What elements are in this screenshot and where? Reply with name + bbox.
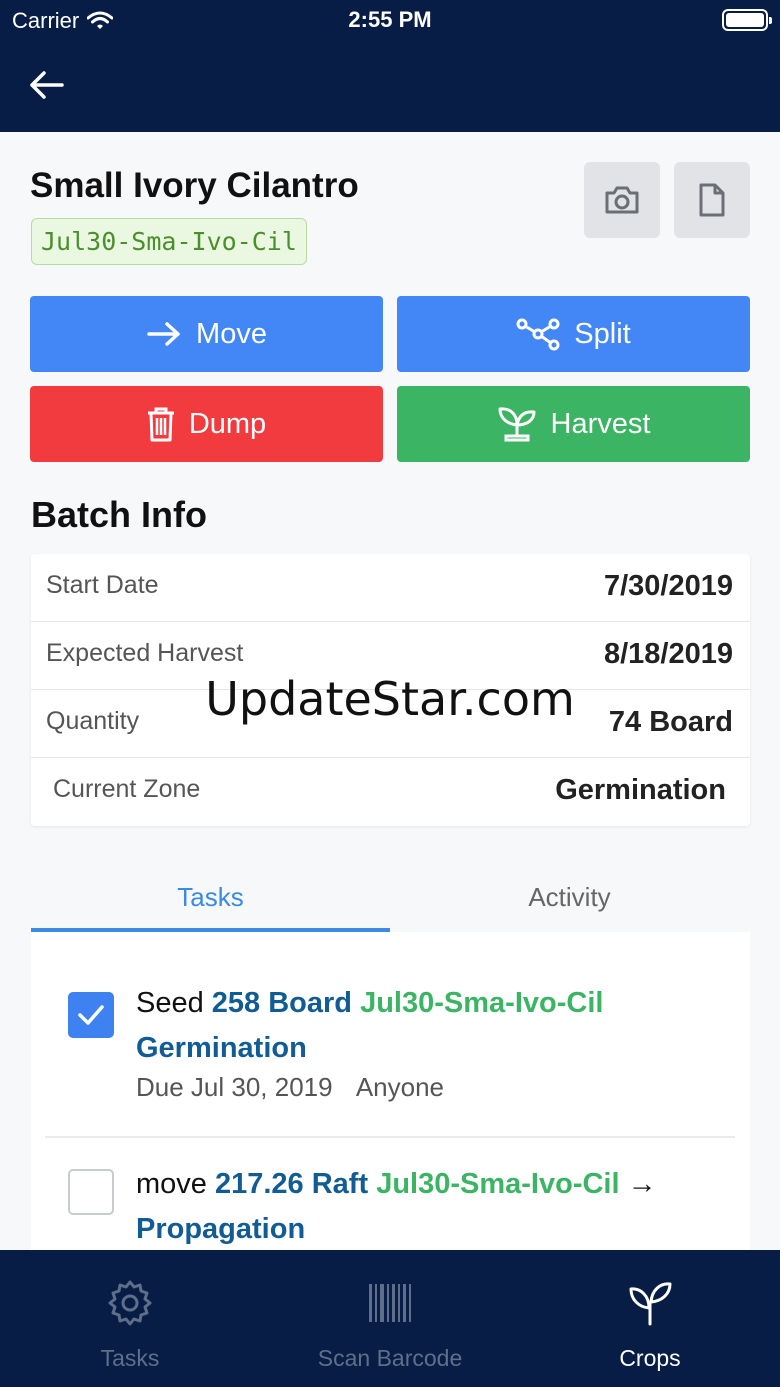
task-verb: Seed (136, 987, 204, 1019)
dump-button-label: Dump (188, 407, 267, 440)
status-time: 2:55 PM (348, 7, 432, 32)
info-label: Current Zone (53, 775, 201, 803)
task-arrow: → (627, 1168, 657, 1200)
back-button[interactable] (26, 66, 68, 104)
camera-button[interactable] (584, 162, 660, 238)
sprout-icon (498, 407, 536, 442)
crop-title: Small Ivory Cilantro (30, 166, 359, 205)
watermark-text: UpdateStar.com (205, 672, 575, 726)
trash-icon (147, 407, 174, 442)
info-label: Start Date (46, 571, 159, 599)
batch-info-title: Batch Info (31, 494, 207, 535)
info-row-start-date: Start Date 7/30/2019 (31, 554, 750, 622)
split-icon (516, 318, 560, 351)
harvest-button[interactable]: Harvest (397, 386, 750, 462)
task-item[interactable]: Seed 258 Board Jul30-Sma-Ivo-Cil Germina… (45, 948, 735, 1138)
arrow-left-icon (30, 71, 64, 99)
nav-label: Crops (619, 1345, 681, 1371)
nav-label: Scan Barcode (317, 1345, 463, 1371)
content-tabs: Tasks Activity (31, 868, 750, 932)
sprout-icon (629, 1282, 672, 1326)
info-value: 8/18/2019 (603, 638, 733, 670)
harvest-button-label: Harvest (550, 407, 651, 440)
task-item[interactable]: move 217.26 Raft Jul30-Sma-Ivo-Cil → Pro… (45, 1140, 735, 1252)
nav-label: Tasks (100, 1345, 160, 1371)
task-assignee: Anyone (355, 1072, 445, 1102)
task-description: Seed 258 Board Jul30-Sma-Ivo-Cil Germina… (136, 981, 726, 1071)
tab-tasks[interactable]: Tasks (31, 868, 390, 932)
task-crop-code: Jul30-Sma-Ivo-Cil (376, 1168, 620, 1200)
split-button-label: Split (574, 317, 631, 350)
barcode-icon (369, 1284, 411, 1322)
info-row-current-zone: Current Zone Germination (31, 758, 750, 826)
battery-icon (722, 9, 772, 31)
document-button[interactable] (674, 162, 750, 238)
tab-activity[interactable]: Activity (390, 868, 749, 932)
checkmark-icon (78, 1005, 104, 1025)
task-description: move 217.26 Raft Jul30-Sma-Ivo-Cil → Pro… (136, 1162, 726, 1252)
status-bar: Carrier 2:55 PM (0, 0, 780, 40)
task-list: Seed 258 Board Jul30-Sma-Ivo-Cil Germina… (31, 932, 750, 1252)
task-crop-code: Jul30-Sma-Ivo-Cil (360, 987, 604, 1019)
nav-crops[interactable]: Crops (520, 1250, 780, 1387)
arrow-right-icon (147, 322, 180, 346)
camera-icon (605, 186, 639, 214)
task-meta: Due Jul 30, 2019 Anyone (136, 1072, 444, 1103)
info-value: 7/30/2019 (603, 570, 733, 602)
gear-icon (108, 1280, 152, 1326)
document-icon (699, 183, 725, 217)
task-quantity: 258 Board (211, 987, 353, 1019)
task-quantity: 217.26 Raft (214, 1168, 369, 1200)
dump-button[interactable]: Dump (30, 386, 383, 462)
move-button-label: Move (196, 317, 267, 350)
nav-scan-barcode[interactable]: Scan Barcode (260, 1250, 520, 1387)
move-button[interactable]: Move (30, 296, 383, 372)
task-checkbox-checked[interactable] (68, 992, 114, 1038)
bottom-tab-bar: Tasks Scan Barcode Crops (0, 1250, 780, 1387)
task-zone: Propagation (136, 1213, 306, 1245)
task-verb: move (136, 1168, 207, 1200)
crop-code-badge: Jul30-Sma-Ivo-Cil (31, 218, 307, 265)
info-value: Germination (555, 774, 726, 806)
app-header: Carrier 2:55 PM (0, 0, 780, 132)
task-due-date: Due Jul 30, 2019 (136, 1072, 333, 1102)
nav-tasks[interactable]: Tasks (0, 1250, 260, 1387)
split-button[interactable]: Split (397, 296, 750, 372)
task-zone: Germination (136, 1032, 307, 1064)
info-label: Expected Harvest (46, 639, 244, 667)
task-checkbox[interactable] (68, 1169, 114, 1215)
